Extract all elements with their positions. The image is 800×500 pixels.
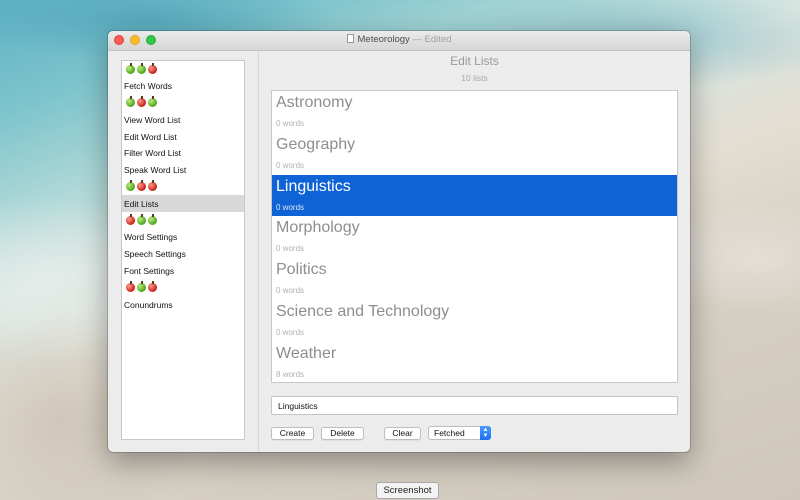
list-name: Astronomy <box>276 94 353 111</box>
list-word-count: 0 words <box>276 160 305 170</box>
red-apple-icon <box>126 214 135 226</box>
sidebar-item-label: Word Settings <box>124 232 178 243</box>
sidebar-item-label: Edit Lists <box>124 198 159 209</box>
status-apples-row <box>122 95 244 112</box>
sidebar-item-view-word-list[interactable]: View Word List <box>122 111 244 128</box>
sidebar-item-speak-word-list[interactable]: Speak Word List <box>122 162 244 179</box>
list-word-count: 0 words <box>276 119 305 128</box>
green-apple-icon <box>126 62 135 74</box>
delete-button[interactable]: Delete <box>321 427 364 440</box>
window-title: Meteorology — Edited <box>108 34 690 45</box>
apple-status-group <box>124 180 157 192</box>
green-apple-icon <box>148 214 157 226</box>
page-title: Edit Lists <box>450 54 499 68</box>
list-word-count: 0 words <box>276 202 305 212</box>
sidebar-item-label: Fetch Words <box>124 81 173 92</box>
sidebar-item-filter-word-list[interactable]: Filter Word List <box>122 145 244 162</box>
sidebar-item-word-settings[interactable]: Word Settings <box>122 229 244 246</box>
green-apple-icon <box>137 281 146 293</box>
apple-status-group <box>124 62 157 74</box>
sidebar-item-speech-settings[interactable]: Speech Settings <box>122 246 244 263</box>
list-row[interactable]: Weather 8 words <box>272 342 677 382</box>
list-name: Weather <box>276 344 337 362</box>
red-apple-icon <box>137 180 146 192</box>
list-word-count: 8 words <box>276 369 305 379</box>
red-apple-icon <box>148 281 157 293</box>
window-title-text: Meteorology <box>357 34 410 45</box>
list-name-field[interactable] <box>271 396 678 415</box>
list-row[interactable]: Science and Technology 0 words <box>272 300 677 342</box>
green-apple-icon <box>126 96 135 108</box>
sidebar-item-label: Edit Word List <box>124 131 177 142</box>
sidebar-item-font-settings[interactable]: Font Settings <box>122 263 244 280</box>
list-word-count: 0 words <box>276 244 305 254</box>
apple-status-group <box>124 281 157 293</box>
list-name: Politics <box>276 261 327 279</box>
status-apples-row <box>122 179 244 196</box>
list-name: Geography <box>276 135 356 153</box>
sidebar-item-label: View Word List <box>124 114 181 125</box>
sidebar-item-fetch-words[interactable]: Fetch Words <box>122 78 244 95</box>
sidebar-item-edit-lists[interactable]: Edit Lists <box>122 195 244 213</box>
status-popup-value: Fetched <box>434 428 465 438</box>
window-title-suffix: — Edited <box>412 34 452 45</box>
list-word-count: 0 words <box>276 327 305 337</box>
sidebar: Fetch Words View Word List Edit Word List F… <box>121 60 245 440</box>
green-apple-icon <box>137 214 146 226</box>
list-row[interactable]: Linguistics 0 words <box>272 174 677 217</box>
list-name: Morphology <box>276 219 360 237</box>
red-apple-icon <box>137 96 146 108</box>
split-divider[interactable] <box>258 51 259 452</box>
create-button[interactable]: Create <box>271 427 314 440</box>
apple-status-group <box>124 96 157 108</box>
apple-status-group <box>124 214 157 226</box>
green-apple-icon <box>126 180 135 192</box>
green-apple-icon <box>137 62 146 74</box>
status-popup[interactable]: Fetched ▲ ▼ <box>428 426 491 440</box>
red-apple-icon <box>148 180 157 192</box>
list-row[interactable]: Politics 0 words <box>272 258 677 300</box>
lists-table: Astronomy 0 words Geography 0 words Linguist… <box>271 90 678 383</box>
list-count: 10 lists <box>461 73 488 83</box>
status-apples-row <box>122 61 244 78</box>
clear-button[interactable]: Clear <box>384 427 421 440</box>
app-window: Meteorology — Edited Fetch Words View Wor… <box>108 31 690 452</box>
screenshot-button[interactable]: Screenshot <box>376 482 439 499</box>
document-icon <box>346 34 354 43</box>
sidebar-item-label: Conundrums <box>124 299 173 310</box>
sidebar-item-label: Filter Word List <box>124 148 181 159</box>
list-row[interactable]: Morphology 0 words <box>272 216 677 258</box>
sidebar-item-label: Speech Settings <box>124 249 186 260</box>
green-apple-icon <box>148 96 157 108</box>
title-bar[interactable]: Meteorology — Edited <box>108 31 690 51</box>
sidebar-item-edit-word-list[interactable]: Edit Word List <box>122 128 244 145</box>
list-row[interactable]: Astronomy 0 words <box>272 91 677 133</box>
sidebar-item-label: Speak Word List <box>124 165 187 176</box>
list-name: Science and Technology <box>276 302 450 320</box>
list-word-count: 0 words <box>276 286 305 296</box>
list-row[interactable]: Geography 0 words <box>272 133 677 175</box>
status-apples-row <box>122 212 244 229</box>
sidebar-item-conundrums[interactable]: Conundrums <box>122 296 244 313</box>
sidebar-item-label: Font Settings <box>124 265 175 276</box>
list-name: Linguistics <box>276 177 351 195</box>
red-apple-icon <box>148 62 157 74</box>
chevron-updown-icon: ▲ ▼ <box>480 426 491 440</box>
status-apples-row <box>122 279 244 296</box>
red-apple-icon <box>126 281 135 293</box>
